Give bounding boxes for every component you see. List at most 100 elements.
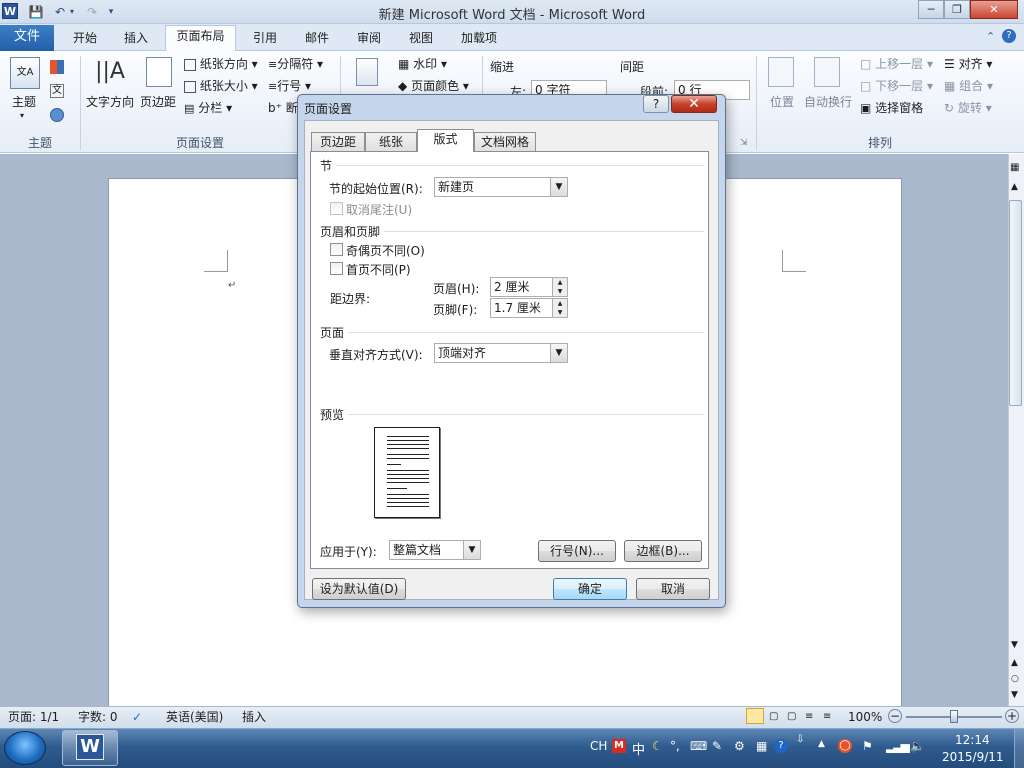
tab-layout[interactable]: 版式 xyxy=(417,129,474,152)
clock-time[interactable]: 12:14 xyxy=(955,733,990,747)
spin-up-icon[interactable]: ▲ xyxy=(552,278,567,287)
wrap-text-button[interactable]: 自动换行 xyxy=(802,93,854,110)
size-button[interactable]: 纸张大小 ▾ xyxy=(184,76,258,96)
show-desktop-button[interactable] xyxy=(1014,729,1024,768)
tab-home[interactable]: 开始 xyxy=(62,28,108,50)
minimize-button[interactable]: ─ xyxy=(918,0,944,19)
suppress-endnotes-checkbox[interactable] xyxy=(330,202,343,215)
ime-help-icon[interactable]: ? xyxy=(774,739,788,753)
theme-effects-icon[interactable] xyxy=(50,108,64,122)
margins-button[interactable]: 页边距 xyxy=(138,93,178,110)
theme-fonts-icon[interactable]: 文 xyxy=(50,84,64,98)
theme-colors-icon[interactable] xyxy=(50,60,64,74)
network-signal-icon[interactable]: ▂▃▅ xyxy=(886,739,910,753)
position-button[interactable]: 位置 xyxy=(762,93,802,110)
margins-icon[interactable] xyxy=(146,57,172,87)
position-icon[interactable] xyxy=(768,57,794,87)
first-page-checkbox[interactable] xyxy=(330,262,343,275)
soft-keyboard-icon[interactable]: ⌨ xyxy=(690,739,707,753)
zoom-slider-thumb[interactable] xyxy=(950,710,958,723)
watermark-button[interactable]: ▦ 水印 ▾ xyxy=(398,54,447,74)
align-button[interactable]: ☰ 对齐 ▾ xyxy=(944,54,992,74)
wrap-text-icon[interactable] xyxy=(814,57,840,87)
zoom-level[interactable]: 100% xyxy=(848,709,882,725)
input-language-indicator[interactable]: CH xyxy=(590,739,607,753)
tab-view[interactable]: 视图 xyxy=(398,28,444,50)
zoom-out-icon[interactable]: − xyxy=(888,709,902,723)
section-start-select[interactable]: 新建页 ▼ xyxy=(434,177,568,197)
columns-button[interactable]: ▤ 分栏 ▾ xyxy=(184,98,232,118)
spin-down-icon[interactable]: ▼ xyxy=(552,287,567,296)
help-icon[interactable]: ? xyxy=(1002,29,1016,43)
word-count[interactable]: 字数: 0 xyxy=(78,709,118,725)
paragraph-dialog-launcher-icon[interactable]: ⇲ xyxy=(740,138,748,148)
odd-even-checkbox[interactable] xyxy=(330,243,343,256)
ime-options-icon[interactable]: ⇩ xyxy=(796,734,804,745)
vertical-alignment-select[interactable]: 顶端对齐 ▼ xyxy=(434,343,568,363)
selection-pane-button[interactable]: ▣ 选择窗格 xyxy=(860,98,923,118)
scrollbar-thumb[interactable] xyxy=(1009,200,1022,406)
clock-date[interactable]: 2015/9/11 xyxy=(942,750,1004,764)
borders-button[interactable]: 边框(B)... xyxy=(624,540,702,562)
dialog-close-button[interactable]: ✕ xyxy=(671,95,717,113)
print-layout-icon[interactable] xyxy=(746,708,764,724)
bring-forward-button[interactable]: □ 上移一层 ▾ xyxy=(860,54,933,74)
security-app-icon[interactable]: ◯ xyxy=(838,739,852,753)
set-as-default-button[interactable]: 设为默认值(D) xyxy=(312,578,406,600)
tab-references[interactable]: 引用 xyxy=(242,28,288,50)
text-direction-button[interactable]: 文字方向 xyxy=(84,93,136,110)
punctuation-icon[interactable]: °, xyxy=(670,739,680,753)
browse-object-icon[interactable]: ○ xyxy=(1011,674,1019,684)
close-window-button[interactable]: ✕ xyxy=(970,0,1018,19)
web-layout-icon[interactable]: ▢ xyxy=(787,709,796,725)
minimize-ribbon-icon[interactable]: ⌃ xyxy=(986,30,995,43)
themes-icon[interactable]: 文A xyxy=(10,57,40,89)
insert-mode-indicator[interactable]: 插入 xyxy=(242,709,266,725)
volume-icon[interactable]: 🔈 xyxy=(910,739,925,753)
restore-button[interactable]: ❐ xyxy=(944,0,970,19)
hyphenation-button[interactable]: b⁺ 断 xyxy=(268,98,298,118)
text-direction-icon[interactable]: ||A xyxy=(95,57,125,87)
rotate-button[interactable]: ↻ 旋转 ▾ xyxy=(944,98,992,118)
send-backward-button[interactable]: □ 下移一层 ▾ xyxy=(860,76,933,96)
ime-menu-icon[interactable]: ▦ xyxy=(756,739,767,753)
tab-mailings[interactable]: 邮件 xyxy=(294,28,340,50)
proofing-icon[interactable]: ✓ xyxy=(132,709,142,725)
tab-addins[interactable]: 加载项 xyxy=(452,28,506,50)
group-objects-button[interactable]: ▦ 组合 ▾ xyxy=(944,76,993,96)
zoom-in-icon[interactable]: + xyxy=(1005,709,1019,723)
page-color-button[interactable]: ◆ 页面颜色 ▾ xyxy=(398,76,469,96)
scroll-up-icon[interactable]: ▲ xyxy=(1011,182,1018,192)
ok-button[interactable]: 确定 xyxy=(553,578,627,600)
line-numbers-button[interactable]: ≡行号 ▾ xyxy=(268,76,311,96)
action-center-icon[interactable]: ⚑ xyxy=(862,739,873,753)
dialog-help-button[interactable]: ? xyxy=(643,95,669,113)
ime-tool-icon[interactable]: ✎ xyxy=(712,739,722,753)
tab-insert[interactable]: 插入 xyxy=(113,28,159,50)
full-screen-reading-icon[interactable]: ▢ xyxy=(769,709,778,725)
next-page-icon[interactable]: ▼ xyxy=(1011,690,1018,700)
ruler-toggle-icon[interactable]: ▦ xyxy=(1010,162,1019,173)
themes-button-label[interactable]: 主题 xyxy=(4,93,44,110)
cancel-button[interactable]: 取消 xyxy=(636,578,710,600)
apply-to-select[interactable]: 整篇文档 ▼ xyxy=(389,540,481,560)
tab-paper[interactable]: 纸张 xyxy=(365,132,417,151)
tab-margins[interactable]: 页边距 xyxy=(311,132,365,151)
ime-mode-indicator[interactable]: 中 xyxy=(632,739,645,758)
ime-settings-icon[interactable]: ⚙ xyxy=(734,739,745,753)
outline-view-icon[interactable]: ≡ xyxy=(805,709,813,725)
page-count[interactable]: 页面: 1/1 xyxy=(8,709,59,725)
language-indicator[interactable]: 英语(美国) xyxy=(166,709,223,725)
draft-view-icon[interactable]: ≡ xyxy=(823,709,831,725)
page-borders-icon[interactable] xyxy=(356,58,378,86)
previous-page-icon[interactable]: ▲ xyxy=(1011,658,1018,668)
ime-logo-icon[interactable]: M xyxy=(612,739,626,753)
chevron-down-icon[interactable]: ▾ xyxy=(20,111,24,120)
half-width-icon[interactable]: ☾ xyxy=(652,739,663,753)
line-numbers-button[interactable]: 行号(N)... xyxy=(538,540,616,562)
breaks-button[interactable]: ≡分隔符 ▾ xyxy=(268,54,323,74)
orientation-button[interactable]: 纸张方向 ▾ xyxy=(184,54,258,74)
tab-review[interactable]: 审阅 xyxy=(346,28,392,50)
header-distance-spinner[interactable]: 2 厘米 ▲ ▼ xyxy=(490,277,568,297)
scroll-down-icon[interactable]: ▼ xyxy=(1011,640,1018,650)
